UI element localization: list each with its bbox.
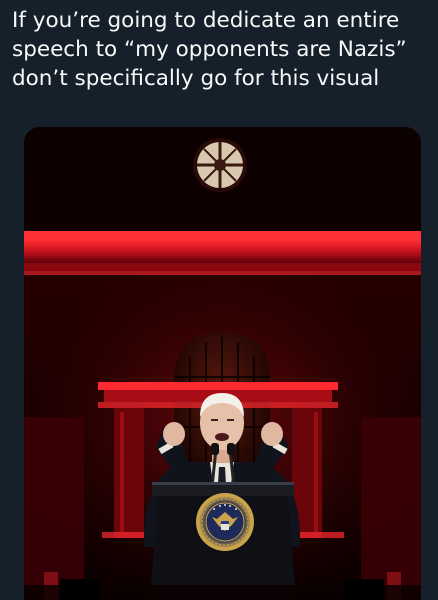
tweet-photo[interactable] xyxy=(24,127,421,600)
tweet-text: If you’re going to dedicate an entire sp… xyxy=(12,8,407,91)
presidential-seal xyxy=(196,493,254,551)
round-window xyxy=(193,138,247,192)
red-cornice xyxy=(24,231,421,275)
speech-photo xyxy=(24,127,421,600)
